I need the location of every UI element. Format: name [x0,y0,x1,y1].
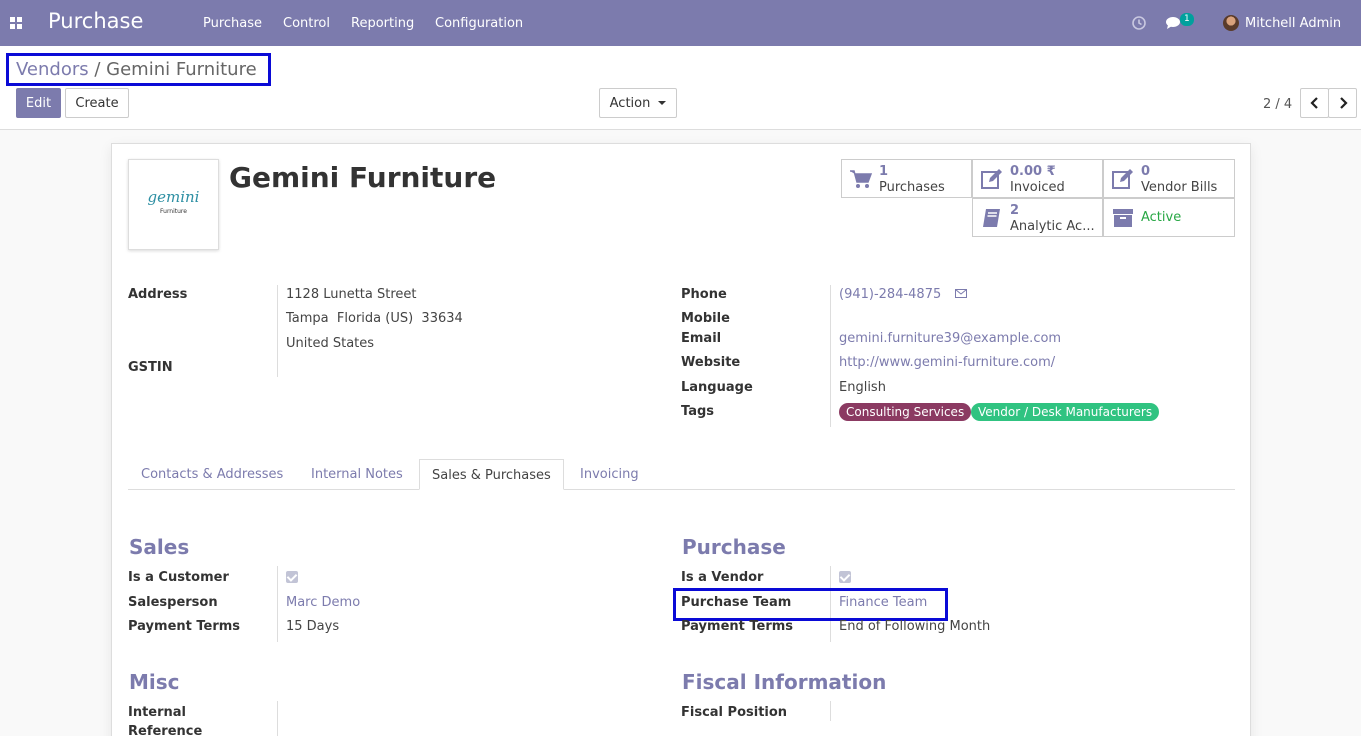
caret-down-icon [658,101,667,105]
apps-menu-icon[interactable] [10,17,22,29]
purchases-stat-button[interactable]: 1 Purchases [841,159,972,198]
sales-payment-terms-label: Payment Terms [128,619,241,634]
breadcrumb-current: Gemini Furniture [106,59,257,80]
shopping-cart-icon [850,170,873,188]
internal-reference-label-line2: Reference [128,724,203,736]
top-navbar: Purchase Purchase Control Reporting Conf… [0,0,1361,46]
user-avatar[interactable] [1223,15,1239,31]
logo-wordmark: gemini [147,188,200,206]
address-country[interactable]: United States [286,336,374,351]
sales-section-title: Sales [129,535,190,559]
misc-section-title: Misc [129,670,180,694]
pager-next-button[interactable] [1328,88,1357,118]
tab-sales-purchases[interactable]: Sales & Purchases [419,459,564,490]
breadcrumb: Vendors / Gemini Furniture [16,59,257,80]
breadcrumb-vendors-link[interactable]: Vendors [16,59,89,80]
tags-label: Tags [681,404,715,419]
phone-label: Phone [681,287,727,302]
pencil-square-icon [1112,169,1133,189]
tab-contacts-addresses[interactable]: Contacts & Addresses [129,459,295,490]
analytic-accounts-stat-button[interactable]: 2 Analytic Ac... [972,198,1103,237]
email-value[interactable]: gemini.furniture39@example.com [839,331,1061,346]
logo-subtext: Furniture [160,208,187,215]
invoiced-stat-button[interactable]: 0.00 ₹ Invoiced [972,159,1103,198]
sales-separator [277,566,278,642]
chevron-left-icon [1309,97,1318,109]
book-icon [983,209,1000,227]
address-street[interactable]: 1128 Lunetta Street [286,287,417,302]
envelope-sms-icon[interactable] [955,289,967,298]
menu-reporting[interactable]: Reporting [351,16,414,31]
misc-separator [277,701,278,736]
purchase-separator [830,566,831,642]
active-status-label: Active [1141,210,1182,225]
action-dropdown[interactable]: Action [599,88,677,118]
is-customer-label: Is a Customer [128,570,229,585]
archive-box-icon [1113,209,1133,227]
address-city-state-zip[interactable]: Tampa Florida (US) 33634 [286,311,463,326]
address-separator [277,285,278,377]
vendor-bills-stat-button[interactable]: 0 Vendor Bills [1103,159,1235,198]
menu-control[interactable]: Control [283,16,330,31]
vendor-bills-count: 0 [1141,164,1151,179]
mobile-label: Mobile [681,311,730,326]
tag-vendor-desk-manufacturers[interactable]: Vendor / Desk Manufacturers [971,403,1160,421]
purchase-section-title: Purchase [682,535,786,559]
edit-button[interactable]: Edit [16,88,61,118]
control-panel: Vendors / Gemini Furniture Edit Create A… [0,46,1361,130]
tab-internal-notes[interactable]: Internal Notes [299,459,415,490]
pager-previous-button[interactable] [1300,88,1329,118]
sales-payment-terms-value[interactable]: 15 Days [286,619,339,634]
fiscal-separator [830,701,831,721]
salesperson-value[interactable]: Marc Demo [286,595,360,610]
internal-reference-label-line1: Internal [128,705,187,720]
menu-configuration[interactable]: Configuration [435,16,523,31]
purchase-team-label: Purchase Team [681,595,792,610]
purchases-label: Purchases [879,180,945,195]
menu-purchase[interactable]: Purchase [203,16,262,31]
pager-value[interactable]: 2 / 4 [1263,97,1292,112]
tab-invoicing[interactable]: Invoicing [568,459,651,490]
is-customer-checkbox[interactable] [286,571,298,583]
form-sheet: gemini Furniture Gemini Furniture 1 Purc… [111,143,1251,736]
purchases-count: 1 [879,164,889,179]
action-label: Action [609,95,651,111]
tag-consulting-services[interactable]: Consulting Services [839,403,972,421]
pencil-square-icon [981,169,1002,189]
purchase-team-value[interactable]: Finance Team [839,595,927,610]
website-label: Website [681,355,741,370]
purchase-payment-terms-label: Payment Terms [681,619,794,634]
partner-logo[interactable]: gemini Furniture [128,159,219,250]
invoiced-label: Invoiced [1010,180,1065,195]
analytic-accounts-label: Analytic Ac... [1010,219,1095,234]
fiscal-position-label: Fiscal Position [681,705,788,720]
website-value[interactable]: http://www.gemini-furniture.com/ [839,355,1055,370]
is-vendor-checkbox[interactable] [839,571,851,583]
email-label: Email [681,331,722,346]
gstin-label: GSTIN [128,360,173,375]
create-button[interactable]: Create [65,88,129,118]
user-menu[interactable]: Mitchell Admin [1245,16,1341,31]
language-label: Language [681,380,753,395]
app-title: Purchase [48,9,144,33]
breadcrumb-separator: / [88,59,107,80]
fiscal-section-title: Fiscal Information [682,670,887,694]
notification-badge: 1 [1180,13,1194,26]
chevron-right-icon [1339,97,1348,109]
activity-clock-icon[interactable] [1131,15,1147,31]
analytic-accounts-count: 2 [1010,203,1020,218]
purchase-payment-terms-value[interactable]: End of Following Month [839,619,990,634]
phone-value[interactable]: (941)-284-4875 [839,287,941,302]
address-label: Address [128,287,188,302]
invoiced-amount: 0.00 ₹ [1010,164,1056,179]
active-toggle-button[interactable]: Active [1103,198,1235,237]
vendor-bills-label: Vendor Bills [1141,180,1218,195]
is-vendor-label: Is a Vendor [681,570,764,585]
partner-name: Gemini Furniture [229,161,497,194]
language-value[interactable]: English [839,380,886,395]
salesperson-label: Salesperson [128,595,218,610]
contact-separator [830,285,831,427]
